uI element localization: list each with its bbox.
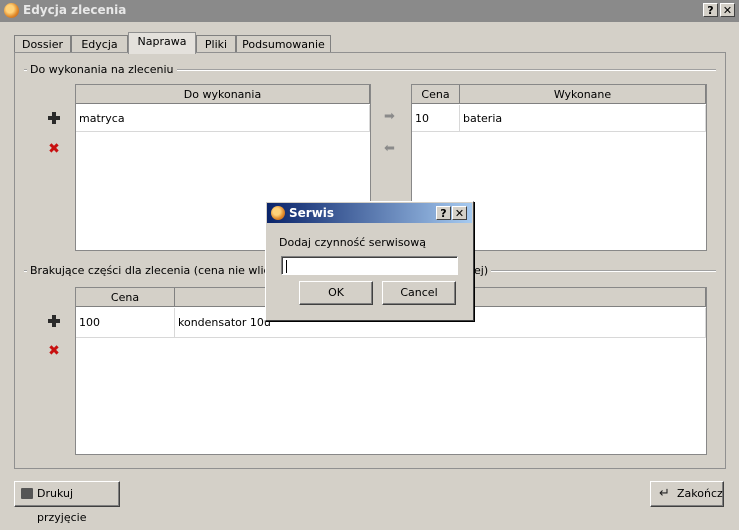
remove-todo-icon[interactable]: ✖ [48,142,60,156]
add-part-icon[interactable] [48,315,60,327]
table-row[interactable]: matryca [76,105,370,132]
finish-button[interactable]: ↵ Zakończ [650,481,724,507]
tab-pliki[interactable]: Pliki [196,35,236,53]
app-icon [4,3,19,18]
print-receipt-button[interactable]: Drukuj przyjęcie [14,481,120,524]
move-left-arrow-icon[interactable]: ⬅ [384,142,398,155]
dialog-help-button[interactable]: ? [436,206,451,220]
service-action-input[interactable] [281,256,458,275]
cancel-button[interactable]: Cancel [382,281,456,305]
close-button[interactable]: ✕ [720,3,735,17]
app-icon [271,206,285,220]
tab-naprawa[interactable]: Naprawa [128,32,196,54]
tab-podsumowanie[interactable]: Podsumowanie [236,35,331,53]
missing-group-title-end: ej) [471,264,492,277]
ok-button[interactable]: OK [299,281,373,305]
window-title: Edycja zlecenia [23,3,127,17]
printer-icon [21,488,33,499]
table-cell-price[interactable]: 100 [76,308,175,338]
tab-dossier[interactable]: Dossier [14,35,71,53]
todo-column-header[interactable]: Do wykonania [76,85,370,104]
table-cell-done[interactable]: bateria [460,105,706,132]
todo-group-title: Do wykonania na zleceniu [27,63,177,76]
dialog-prompt: Dodaj czynność serwisową [279,236,427,249]
return-arrow-icon: ↵ [659,486,670,501]
done-column-header[interactable]: Wykonane [460,85,706,104]
finish-label: Zakończ [677,487,723,500]
move-right-arrow-icon[interactable]: ➡ [384,110,398,123]
add-todo-icon[interactable] [48,112,60,124]
print-receipt-label: Drukuj przyjęcie [37,487,87,524]
dialog-close-button[interactable]: ✕ [452,206,467,220]
help-button[interactable]: ? [703,3,718,17]
service-dialog: Serwis ? ✕ Dodaj czynność serwisową OK C… [265,201,474,321]
text-caret [286,260,287,273]
price-column-header[interactable]: Cena [412,85,460,104]
dialog-titlebar: Serwis ? ✕ [267,203,472,223]
price-column-header[interactable]: Cena [76,288,175,307]
dialog-title: Serwis [289,206,335,220]
remove-part-icon[interactable]: ✖ [48,344,60,358]
table-cell-price[interactable]: 10 [412,105,460,132]
window-titlebar: Edycja zlecenia ? ✕ [0,0,739,22]
tab-edycja[interactable]: Edycja [71,35,128,53]
